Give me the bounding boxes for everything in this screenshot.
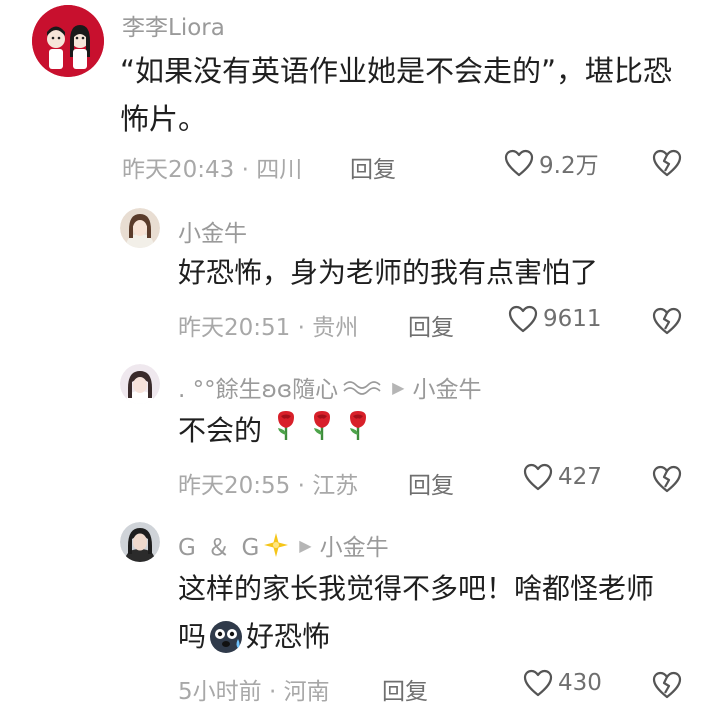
reply-button[interactable]: 回复: [350, 150, 396, 184]
reply-target[interactable]: 小金牛: [412, 370, 481, 404]
comment-text-line: “如果没有英语作业她是不会走的”，堪比恐: [120, 54, 673, 88]
comment-text: 好恐怖，身为老师的我有点害怕了: [178, 256, 599, 289]
heart-outline-icon: [523, 669, 553, 697]
comment-text-content: 不会的: [178, 414, 263, 447]
wave-decoration-icon: [343, 381, 381, 395]
dislike-button[interactable]: [651, 464, 683, 498]
avatar[interactable]: [120, 364, 160, 404]
comment-text: 不会的: [178, 404, 370, 459]
like-button[interactable]: 430: [522, 668, 602, 698]
broken-heart-icon: [652, 465, 682, 493]
comment-text-line: 这样的家长我觉得不多吧！啥都怪老师: [178, 572, 655, 605]
rose-emoji: [310, 405, 334, 459]
comment-2: 小金牛 好恐怖，身为老师的我有点害怕了 昨天20:51 · 贵州 回复 9611: [0, 200, 720, 350]
like-button[interactable]: 9.2万: [503, 146, 599, 180]
like-count: 427: [558, 464, 602, 490]
rose-emoji: [346, 405, 370, 459]
avatar[interactable]: [120, 208, 160, 248]
like-button[interactable]: 427: [522, 462, 602, 492]
username[interactable]: . °°餘生ʚɞ隨心: [178, 370, 338, 404]
comment-1: 李李Liora “如果没有英语作业她是不会走的”，堪比恐 怖片。 昨天20:43…: [0, 0, 720, 200]
reply-target[interactable]: 小金牛: [320, 528, 389, 562]
comment-3: . °°餘生ʚɞ隨心 ▶ 小金牛 不会的 昨天20:55 · 江苏 回复 427: [0, 350, 720, 510]
comment-text-line: 怖片。: [120, 102, 208, 136]
reply-button[interactable]: 回复: [408, 466, 454, 500]
username-row: . °°餘生ʚɞ隨心 ▶ 小金牛: [178, 370, 481, 404]
timestamp-location: 昨天20:55 · 江苏: [178, 473, 359, 499]
comment-text-part: 吗: [178, 620, 207, 653]
dislike-button[interactable]: [651, 306, 683, 340]
timestamp-location: 5小时前 · 河南: [178, 679, 330, 705]
username[interactable]: 李李Liora: [122, 8, 225, 42]
triangle-right-icon: ▶: [392, 377, 405, 397]
dislike-button[interactable]: [651, 670, 683, 704]
triangle-right-icon: ▶: [299, 535, 312, 555]
comment-4: G ＆ G ▶ 小金牛 这样的家长我觉得不多吧！啥都怪老师 吗 好恐怖 5小时前…: [0, 510, 720, 725]
rose-emoji: [274, 405, 298, 459]
timestamp-location: 昨天20:43 · 四川: [122, 157, 303, 183]
comment-text-part: 好恐怖: [246, 620, 331, 653]
avatar[interactable]: [120, 522, 160, 562]
username-row: G ＆ G ▶ 小金牛: [178, 528, 389, 562]
comment-text-line: 吗 好恐怖: [178, 610, 330, 664]
heart-outline-icon: [504, 149, 534, 177]
sparkle-icon: [264, 533, 289, 557]
broken-heart-icon: [652, 149, 682, 177]
heart-outline-icon: [508, 305, 538, 333]
like-count: 430: [558, 670, 602, 696]
broken-heart-icon: [652, 307, 682, 335]
dislike-button[interactable]: [651, 148, 683, 182]
scared-face-emoji: [210, 621, 243, 653]
username[interactable]: 小金牛: [178, 214, 247, 248]
timestamp-location: 昨天20:51 · 贵州: [178, 315, 359, 341]
heart-outline-icon: [523, 463, 553, 491]
like-count: 9611: [543, 306, 602, 332]
avatar[interactable]: [32, 5, 104, 77]
reply-button[interactable]: 回复: [382, 672, 428, 706]
reply-button[interactable]: 回复: [408, 308, 454, 342]
broken-heart-icon: [652, 671, 682, 699]
username[interactable]: G ＆ G: [178, 528, 261, 562]
like-button[interactable]: 9611: [507, 304, 602, 334]
like-count: 9.2万: [539, 153, 599, 179]
